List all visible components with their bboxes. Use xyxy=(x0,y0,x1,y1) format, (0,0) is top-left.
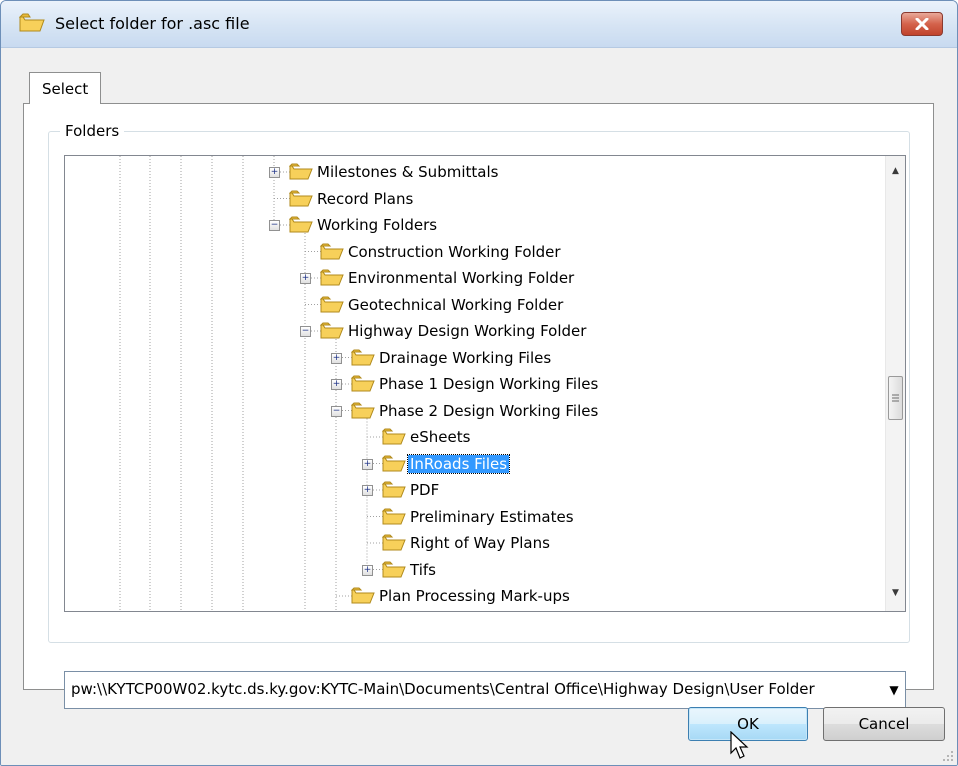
tree-node[interactable]: Construction Working Folder xyxy=(65,239,865,265)
scroll-up-arrow[interactable]: ▲ xyxy=(886,162,905,180)
folder-icon xyxy=(319,243,344,265)
folder-icon xyxy=(19,13,45,32)
tree-node[interactable]: + Phase 1 Design Working Files xyxy=(65,371,865,397)
expand-icon[interactable]: + xyxy=(331,379,342,390)
window-title: Select folder for .asc file xyxy=(55,14,250,33)
tree-node-label: Phase 1 Design Working Files xyxy=(379,375,599,393)
close-button[interactable] xyxy=(901,12,943,36)
tree-node-label: Milestones & Submittals xyxy=(317,163,499,181)
folder-icon xyxy=(381,561,406,583)
tree-node[interactable]: − Working Folders xyxy=(65,212,865,238)
folder-icon xyxy=(381,508,406,530)
collapse-icon[interactable]: − xyxy=(331,405,342,417)
folder-icon xyxy=(319,296,344,318)
folder-tree[interactable]: + Milestones & Submittals Record Plans − Wor… xyxy=(64,155,906,612)
title-bar[interactable]: Select folder for .asc file xyxy=(1,1,957,48)
expand-icon[interactable]: + xyxy=(362,485,373,496)
tree-node[interactable]: + PDF xyxy=(65,477,865,503)
cancel-button[interactable]: Cancel xyxy=(823,707,945,741)
path-value: pw:\\KYTCP00W02.kytc.ds.ky.gov:KYTC-Main… xyxy=(71,680,815,698)
tree-node[interactable]: Preliminary Estimates xyxy=(65,504,865,530)
tree-node[interactable]: + Environmental Working Folder xyxy=(65,265,865,291)
tree-node[interactable]: Geotechnical Working Folder xyxy=(65,292,865,318)
tree-node[interactable]: + InRoads Files xyxy=(65,451,865,477)
expand-icon[interactable]: + xyxy=(331,352,342,364)
folder-icon xyxy=(288,216,313,238)
folder-icon xyxy=(381,534,406,556)
expand-icon[interactable]: + xyxy=(362,458,373,470)
close-icon xyxy=(915,18,929,30)
folder-icon xyxy=(319,322,344,344)
tree-node-label: Working Folders xyxy=(317,216,438,234)
tree-node-label: Tifs xyxy=(410,560,436,579)
resize-grip-icon[interactable] xyxy=(942,750,954,762)
tree-node[interactable]: Plan Processing Mark-ups xyxy=(65,583,865,609)
collapse-icon[interactable]: − xyxy=(300,326,311,337)
folder-icon xyxy=(319,269,344,291)
tree-node-label: eSheets xyxy=(410,428,471,446)
tab-select[interactable]: Select xyxy=(29,72,102,104)
tree-node-label: Construction Working Folder xyxy=(348,242,561,261)
tree-node-label: Phase 2 Design Working Files xyxy=(379,401,599,420)
tree-node-label: InRoads Files xyxy=(406,453,511,474)
dialog-body: Select Folders + Milestones & Submittals R… xyxy=(1,48,957,765)
scroll-thumb[interactable] xyxy=(888,376,903,420)
tree-node[interactable]: eSheets xyxy=(65,424,865,450)
tree-node[interactable]: + Drainage Working Files xyxy=(65,345,865,371)
cancel-label: Cancel xyxy=(858,715,910,733)
tab-label: Select xyxy=(42,79,89,98)
tree-node[interactable]: Right of Way Plans xyxy=(65,530,865,556)
mouse-cursor-icon xyxy=(730,731,749,759)
tree-node[interactable]: + Milestones & Submittals xyxy=(65,159,865,185)
folder-icon xyxy=(381,455,406,477)
expand-icon[interactable]: + xyxy=(300,273,311,284)
tab-panel: Folders + Milestones & Submittals Record P… xyxy=(23,103,934,709)
tree-node-label: Geotechnical Working Folder xyxy=(348,295,564,314)
tree-node[interactable]: Record Plans xyxy=(65,186,865,212)
folder-icon xyxy=(381,481,406,503)
tree-node[interactable]: − Phase 2 Design Working Files xyxy=(65,398,865,424)
tree-node-label: Highway Design Working Folder xyxy=(348,322,587,340)
grip-icon xyxy=(892,394,899,402)
tree-node-label: Drainage Working Files xyxy=(379,348,552,367)
chevron-down-icon[interactable]: ▼ xyxy=(883,672,905,708)
tree-node-label: Plan Processing Mark-ups xyxy=(379,587,570,605)
scroll-down-arrow[interactable]: ▼ xyxy=(886,584,905,602)
tree-node-label: Record Plans xyxy=(317,189,414,208)
dialog-window: Select folder for .asc file Select Folde… xyxy=(0,0,958,766)
folder-icon xyxy=(288,190,313,212)
tree-node-label: Preliminary Estimates xyxy=(410,507,574,526)
folders-group-label: Folders xyxy=(60,122,125,140)
tree-node-label: Right of Way Plans xyxy=(410,534,550,552)
tree-scrollbar[interactable]: ▲ ▼ xyxy=(885,156,905,611)
folder-icon xyxy=(350,375,375,397)
expand-icon[interactable]: + xyxy=(362,564,373,576)
collapse-icon[interactable]: − xyxy=(269,220,280,231)
folder-icon xyxy=(288,163,313,185)
path-combobox[interactable]: pw:\\KYTCP00W02.kytc.ds.ky.gov:KYTC-Main… xyxy=(64,671,906,709)
tree-node[interactable]: + Tifs xyxy=(65,557,865,583)
folder-icon xyxy=(350,349,375,371)
tree-node-label: PDF xyxy=(410,481,440,499)
tree-node-label: Environmental Working Folder xyxy=(348,269,575,287)
expand-icon[interactable]: + xyxy=(269,167,280,178)
folder-icon xyxy=(350,587,375,609)
tree-node[interactable]: − Highway Design Working Folder xyxy=(65,318,865,344)
folder-icon xyxy=(350,402,375,424)
folder-icon xyxy=(381,428,406,450)
